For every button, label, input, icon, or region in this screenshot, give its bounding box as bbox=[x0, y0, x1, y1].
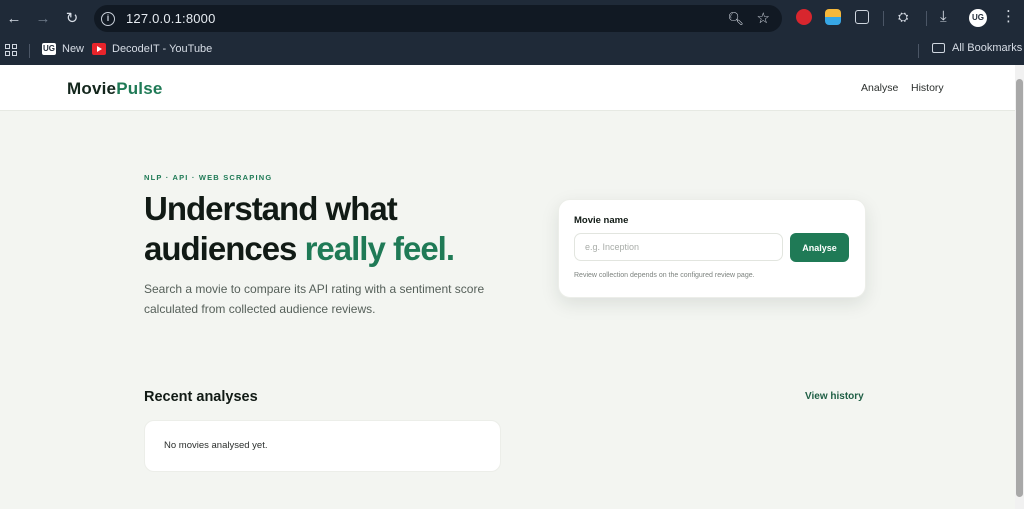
new-favicon-icon: UG bbox=[42, 43, 56, 55]
download-icon[interactable]: ⤓ bbox=[940, 8, 947, 25]
hero-title-line1: Understand what bbox=[144, 190, 398, 227]
movie-name-label: Movie name bbox=[574, 215, 629, 226]
all-bookmarks[interactable]: All Bookmarks bbox=[932, 42, 1022, 54]
zoom-icon[interactable]: 🔍︎ bbox=[727, 11, 744, 27]
address-url[interactable]: 127.0.0.1:8000 bbox=[126, 11, 216, 26]
movie-name-input[interactable] bbox=[574, 233, 783, 261]
browser-menu-icon[interactable]: ⋮ bbox=[1001, 9, 1016, 25]
nav-analyse[interactable]: Analyse bbox=[861, 82, 898, 94]
hero-title-accent: really feel. bbox=[304, 230, 455, 267]
empty-state-text: No movies analysed yet. bbox=[164, 440, 268, 451]
extensions-puzzle-icon[interactable] bbox=[855, 10, 869, 24]
hero-title: Understand what audiences really feel. bbox=[144, 189, 455, 269]
toolbar-divider bbox=[883, 11, 884, 26]
hero-eyebrow: NLP · API · WEB SCRAPING bbox=[144, 173, 273, 182]
forward-arrow-icon[interactable]: → bbox=[29, 4, 57, 32]
logo-accent: Pulse bbox=[116, 79, 163, 98]
recent-analyses-card: No movies analysed yet. bbox=[144, 420, 501, 472]
bookmark-label: New bbox=[62, 43, 85, 55]
page-scrollbar[interactable] bbox=[1015, 65, 1024, 509]
all-bookmarks-label: All Bookmarks bbox=[952, 42, 1023, 54]
youtube-favicon-icon bbox=[92, 43, 106, 55]
profile-avatar[interactable]: UG bbox=[969, 9, 987, 27]
hero-title-line2: audiences really feel. bbox=[144, 229, 455, 269]
search-card: Movie name Analyse Review collection dep… bbox=[558, 199, 866, 298]
review-collection-note: Review collection depends on the configu… bbox=[574, 272, 755, 279]
nav-history[interactable]: History bbox=[911, 82, 944, 94]
bookmarks-divider bbox=[29, 44, 30, 58]
extension-red-icon[interactable] bbox=[796, 9, 812, 25]
hero-subtitle: Search a movie to compare its API rating… bbox=[144, 282, 485, 316]
site-info-icon[interactable]: i bbox=[101, 11, 115, 26]
site-logo[interactable]: MoviePulse bbox=[67, 79, 163, 99]
logo-main: Movie bbox=[67, 79, 117, 98]
site-header: MoviePulse Analyse History bbox=[0, 65, 1015, 111]
apps-grid-icon[interactable] bbox=[5, 44, 17, 56]
recent-analyses-title: Recent analyses bbox=[144, 389, 258, 405]
back-arrow-icon[interactable]: ← bbox=[0, 4, 28, 32]
bookmarks-bar: UG New DecodeIT - YouTube All Bookmarks bbox=[0, 37, 1024, 66]
hero-title-plain: audiences bbox=[144, 230, 305, 267]
browser-toolbar: ← → ↻ i 127.0.0.1:8000 🔍︎ ☆ ⛭ ⤓ UG ⋮ bbox=[0, 0, 1024, 37]
web-page: MoviePulse Analyse History NLP · API · W… bbox=[0, 65, 1015, 509]
scrollbar-thumb[interactable] bbox=[1016, 79, 1023, 497]
incognito-icon[interactable]: ⛭ bbox=[898, 9, 908, 25]
analyse-button[interactable]: Analyse bbox=[790, 233, 849, 262]
reload-icon[interactable]: ↻ bbox=[58, 4, 86, 32]
bookmark-youtube[interactable]: DecodeIT - YouTube bbox=[92, 43, 212, 55]
toolbar-divider bbox=[926, 11, 927, 26]
view-history-link[interactable]: View history bbox=[805, 391, 864, 402]
bookmark-label: DecodeIT - YouTube bbox=[112, 43, 213, 55]
extension-color-icon[interactable] bbox=[825, 9, 841, 25]
address-bar[interactable]: i 127.0.0.1:8000 🔍︎ ☆ bbox=[94, 5, 782, 32]
folder-icon bbox=[932, 43, 945, 53]
bookmark-new[interactable]: UG New bbox=[42, 43, 84, 55]
bookmarks-divider bbox=[918, 44, 919, 58]
bookmark-star-icon[interactable]: ☆ bbox=[757, 9, 770, 27]
